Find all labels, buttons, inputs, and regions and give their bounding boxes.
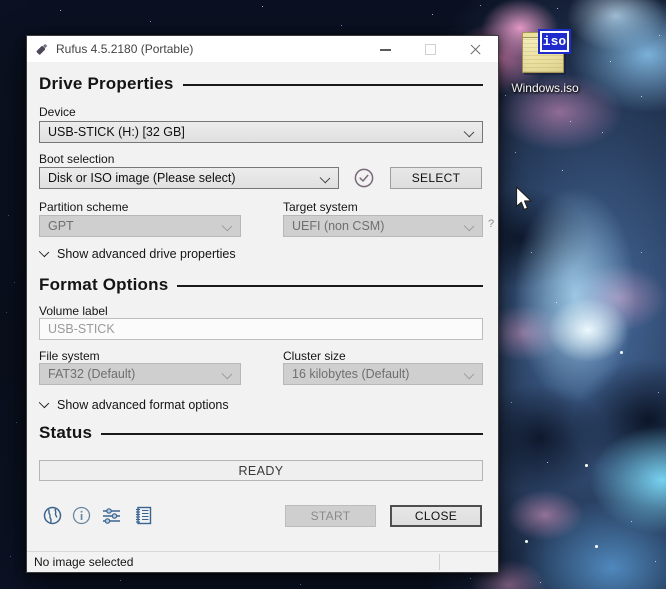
device-label: Device xyxy=(39,105,76,119)
file-system-dropdown: FAT32 (Default) xyxy=(39,363,241,385)
chevron-down-icon xyxy=(221,220,233,232)
status-heading: Status xyxy=(39,423,93,442)
boot-selection-label: Boot selection xyxy=(39,152,115,166)
statusbar-divider xyxy=(439,554,440,570)
close-icon[interactable] xyxy=(453,36,498,62)
chevron-down-icon xyxy=(38,397,50,409)
chevron-down-icon xyxy=(221,368,233,380)
device-dropdown[interactable]: USB-STICK (H:) [32 GB] xyxy=(39,121,483,143)
help-question-mark: ? xyxy=(488,218,495,230)
window-title: Rufus 4.5.2180 (Portable) xyxy=(56,42,194,56)
info-icon[interactable] xyxy=(72,506,91,525)
title-bar[interactable]: Rufus 4.5.2180 (Portable) xyxy=(27,36,498,62)
caption-buttons xyxy=(363,36,498,62)
status-heading-row: Status xyxy=(39,423,483,443)
status-bar: No image selected xyxy=(27,551,498,572)
cluster-size-dropdown: 16 kilobytes (Default) xyxy=(283,363,483,385)
chevron-down-icon xyxy=(463,368,475,380)
heading-divider xyxy=(101,433,483,435)
show-advanced-drive-properties-toggle[interactable]: Show advanced drive properties xyxy=(38,246,236,261)
format-options-heading-row: Format Options xyxy=(39,275,483,295)
heading-divider xyxy=(182,84,483,86)
statusbar-text: No image selected xyxy=(34,555,134,569)
desktop-icon-windows-iso[interactable]: iso Windows.iso xyxy=(505,28,585,100)
usb-drive-icon xyxy=(36,43,48,55)
volume-label-input[interactable] xyxy=(39,318,483,340)
iso-badge-icon: iso xyxy=(540,31,569,52)
chevron-down-icon xyxy=(319,172,331,184)
globe-icon[interactable] xyxy=(43,506,62,525)
client-area: Drive Properties Device USB-STICK (H:) [… xyxy=(27,62,498,552)
heading-divider xyxy=(177,285,483,287)
chevron-down-icon xyxy=(463,220,475,232)
volume-label-label: Volume label xyxy=(39,304,108,318)
rufus-window: Rufus 4.5.2180 (Portable) Drive Properti… xyxy=(26,35,499,573)
maximize-button xyxy=(408,36,453,62)
boot-selection-dropdown[interactable]: Disk or ISO image (Please select) xyxy=(39,167,339,189)
chevron-down-icon xyxy=(463,126,475,138)
format-options-heading: Format Options xyxy=(39,275,169,294)
desktop: iso Windows.iso Rufus 4.5.2180 (Portable… xyxy=(0,0,666,589)
log-icon[interactable] xyxy=(134,506,153,525)
show-advanced-format-options-toggle[interactable]: Show advanced format options xyxy=(38,397,229,412)
drive-properties-heading: Drive Properties xyxy=(39,74,174,93)
cluster-size-label: Cluster size xyxy=(283,349,346,363)
progress-bar: READY xyxy=(39,460,483,481)
desktop-icon-label: Windows.iso xyxy=(511,81,579,95)
partition-scheme-label: Partition scheme xyxy=(39,200,129,214)
iso-badge-text: iso xyxy=(542,34,567,49)
target-system-dropdown: UEFI (non CSM) xyxy=(283,215,483,237)
chevron-down-icon xyxy=(38,246,50,258)
file-system-label: File system xyxy=(39,349,100,363)
check-circle-icon xyxy=(354,168,374,188)
minimize-button[interactable] xyxy=(363,36,408,62)
partition-scheme-dropdown: GPT xyxy=(39,215,241,237)
target-system-label: Target system xyxy=(283,200,358,214)
start-button: START xyxy=(285,505,376,527)
settings-sliders-icon[interactable] xyxy=(102,506,121,525)
close-button[interactable]: CLOSE xyxy=(390,505,482,527)
select-button[interactable]: SELECT xyxy=(390,167,482,189)
drive-properties-heading-row: Drive Properties xyxy=(39,74,483,94)
